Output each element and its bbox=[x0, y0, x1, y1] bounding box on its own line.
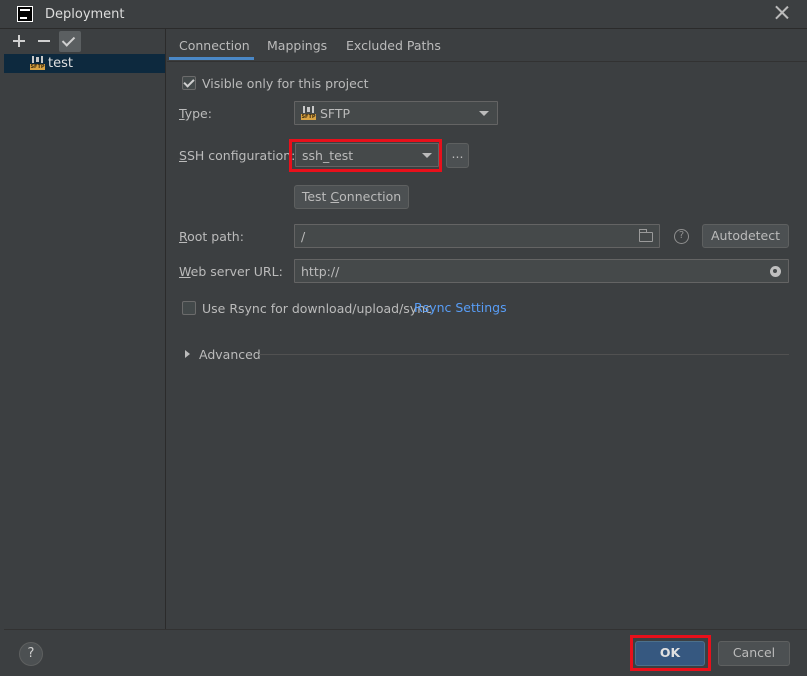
rsync-settings-link[interactable]: Rsync Settings bbox=[414, 300, 507, 315]
root-path-input[interactable]: / bbox=[294, 224, 660, 248]
server-settings-panel: Connection Mappings Excluded Paths Visib… bbox=[167, 29, 807, 629]
intellij-app-icon bbox=[17, 6, 33, 22]
highlight-box-ok bbox=[630, 635, 711, 671]
advanced-section-toggle[interactable]: Advanced bbox=[199, 347, 261, 362]
server-list-toolbar bbox=[4, 29, 165, 54]
web-server-url-input[interactable]: http:// bbox=[294, 259, 789, 283]
root-path-label: Root path: bbox=[179, 229, 244, 244]
advanced-separator bbox=[259, 354, 789, 355]
close-icon[interactable] bbox=[775, 5, 789, 19]
use-as-default-icon[interactable] bbox=[59, 31, 81, 52]
globe-icon[interactable] bbox=[770, 266, 781, 277]
type-label: Type: bbox=[179, 106, 212, 121]
expand-triangle-icon[interactable] bbox=[185, 350, 190, 358]
use-rsync-checkbox[interactable] bbox=[182, 301, 196, 315]
help-button[interactable]: ? bbox=[19, 642, 43, 666]
tab-bar: Connection Mappings Excluded Paths bbox=[167, 29, 807, 62]
server-list-panel: SFTP test bbox=[4, 29, 166, 629]
ssh-configuration-more-button[interactable]: ... bbox=[446, 143, 469, 168]
web-server-url-label: Web server URL: bbox=[179, 264, 283, 279]
visible-only-checkbox[interactable] bbox=[182, 76, 196, 90]
active-tab-indicator bbox=[169, 57, 254, 60]
visible-only-label: Visible only for this project bbox=[202, 76, 369, 91]
cancel-button[interactable]: Cancel bbox=[718, 641, 790, 666]
autodetect-button[interactable]: Autodetect bbox=[702, 224, 789, 248]
help-icon[interactable]: ? bbox=[674, 229, 689, 244]
tab-connection[interactable]: Connection bbox=[179, 38, 250, 53]
sftp-server-icon: SFTP bbox=[30, 56, 45, 70]
root-path-value: / bbox=[301, 229, 306, 244]
tab-excluded-paths[interactable]: Excluded Paths bbox=[346, 38, 441, 53]
highlight-box-ssh bbox=[289, 139, 442, 172]
window-title: Deployment bbox=[45, 7, 125, 22]
type-value: SFTP bbox=[320, 106, 351, 121]
sftp-type-icon: SFTP bbox=[301, 106, 316, 120]
test-connection-button[interactable]: Test Connection bbox=[294, 185, 409, 209]
type-dropdown[interactable]: SFTP SFTP bbox=[294, 101, 498, 125]
use-rsync-label: Use Rsync for download/upload/sync bbox=[202, 301, 432, 316]
remove-server-icon[interactable] bbox=[34, 31, 54, 51]
add-server-icon[interactable] bbox=[9, 31, 29, 51]
web-server-url-value: http:// bbox=[301, 264, 340, 279]
chevron-down-icon bbox=[479, 111, 489, 116]
folder-icon[interactable] bbox=[639, 229, 653, 242]
ssh-configuration-label: SSH configuration: bbox=[179, 148, 296, 163]
title-bar: Deployment bbox=[0, 0, 807, 29]
server-item-test[interactable]: SFTP test bbox=[4, 54, 165, 73]
server-item-label: test bbox=[48, 56, 73, 71]
dialog-footer: ? OK Cancel bbox=[4, 629, 807, 676]
sftp-icon-tag: SFTP bbox=[30, 64, 45, 70]
tab-mappings[interactable]: Mappings bbox=[267, 38, 327, 53]
